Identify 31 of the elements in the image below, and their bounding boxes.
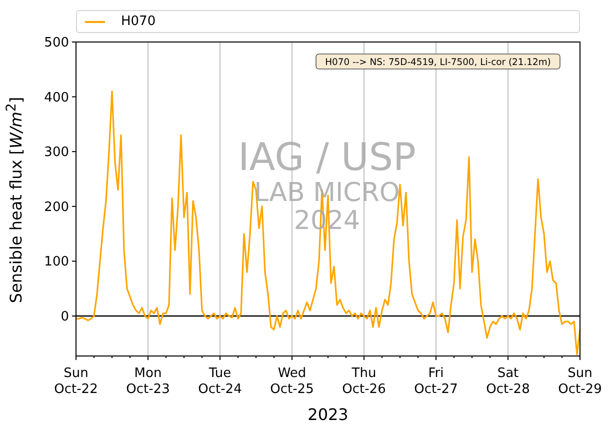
y-tick-label: 0 [60, 310, 76, 324]
legend-label: H070 [121, 14, 156, 29]
y-tick-label: 100 [44, 254, 69, 270]
x-tick-label: Tue Oct-24 [198, 366, 242, 397]
x-tick-label: Thu Oct-26 [342, 356, 386, 397]
x-tick-label: Sun Oct-29 [558, 356, 602, 397]
x-tick-label: Fri Oct-27 [414, 356, 458, 397]
y-tick-label: 300 [44, 145, 69, 160]
x-tick-label: Mon Oct-23 [126, 356, 170, 397]
x-tick-label: Sun Oct-29 [558, 366, 602, 397]
y-tick-label: 200 [44, 200, 69, 215]
x-tick-label: Sat Oct-28 [486, 366, 530, 397]
axis-title: 2023 [308, 405, 348, 424]
y-tick-label: 400 [44, 90, 69, 106]
x-tick-label: Wed Oct-25 [270, 366, 314, 397]
x-tick-label: Tue Oct-24 [198, 356, 242, 397]
y-tick-label: 200 [44, 200, 76, 215]
y-tick-label: 500 [44, 36, 76, 50]
y-tick-label: 300 [44, 145, 76, 160]
x-tick-label: Sun Oct-22 [54, 356, 98, 397]
x-tick-label: Mon Oct-23 [126, 366, 170, 397]
x-tick-label: Sun Oct-22 [54, 366, 98, 397]
y-tick-label: 400 [44, 90, 76, 106]
y-tick-label: 100 [44, 254, 76, 270]
y-tick-label: 500 [44, 36, 69, 50]
x-tick-label: Thu Oct-26 [342, 366, 386, 397]
annotation-label: H070 --> NS: 75D-4519, LI-7500, Li-cor (21.12m) [316, 54, 560, 70]
x-tick-label: Wed Oct-25 [270, 356, 314, 397]
x-tick-label: Fri Oct-27 [414, 366, 458, 397]
y-tick-label: 0 [60, 309, 69, 324]
x-tick-label: Sat Oct-28 [486, 356, 530, 397]
